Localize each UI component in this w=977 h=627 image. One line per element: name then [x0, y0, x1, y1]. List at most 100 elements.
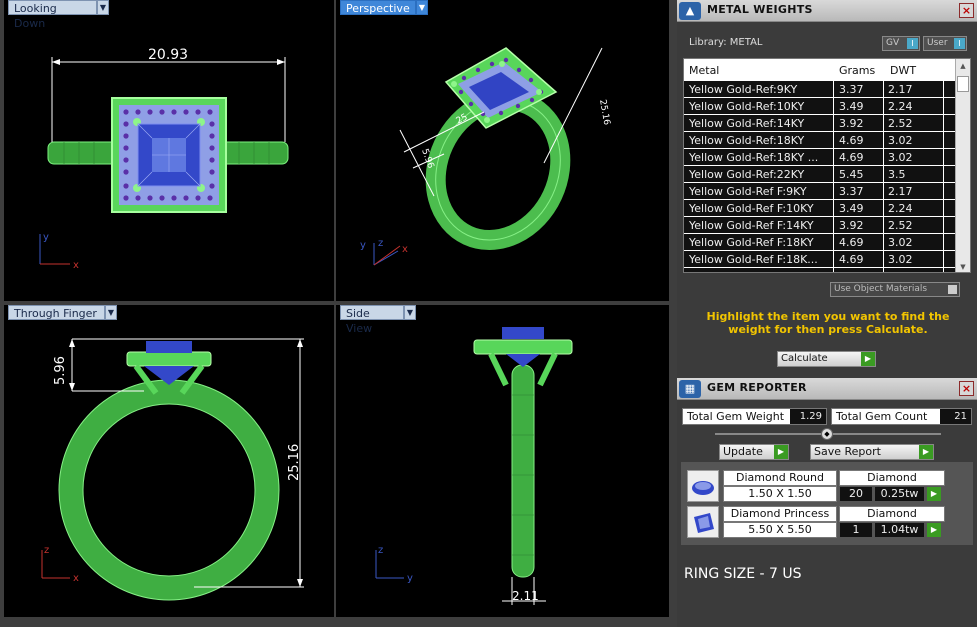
viewport-dropdown-arrow[interactable]: ▼: [404, 305, 416, 320]
update-button[interactable]: Update ▶: [719, 444, 789, 460]
table-row[interactable]: Yellow Gold-Ref:9KY 3.37 2.17: [684, 81, 956, 98]
column-divider: [943, 115, 944, 132]
column-divider: [883, 132, 884, 149]
table-row[interactable]: Yellow Gold-Ref:14KY 3.92 2.52: [684, 115, 956, 132]
metal-name-cell: Yellow Gold-Ref F:18KY: [689, 236, 814, 249]
axis-label-x: x: [73, 260, 79, 271]
table-row[interactable]: Yellow Gold-Ref F:14KY 3.92 2.52: [684, 217, 956, 234]
save-report-button[interactable]: Save Report ▶: [810, 444, 934, 460]
gem-slider-knob[interactable]: ◆: [821, 428, 833, 440]
column-header-grams[interactable]: Grams: [839, 64, 875, 77]
axis-label-x: x: [73, 573, 79, 584]
viewport-perspective[interactable]: 25.16 5.96 25 y z x Perspective ▼: [336, 0, 669, 301]
viewport-dropdown-arrow[interactable]: ▼: [416, 0, 428, 15]
table-header: Metal Grams DWT: [684, 59, 956, 81]
gem-reporter-icon: ▦: [679, 380, 701, 398]
table-row[interactable]: Yellow Gold-Ref F:18KY 4.69 3.02: [684, 234, 956, 251]
dwt-cell: 2.24: [888, 100, 913, 113]
go-arrow-icon: ▶: [861, 352, 875, 366]
metal-name-cell: Yellow Gold-Ref:18KY: [689, 134, 805, 147]
column-divider: [943, 98, 944, 115]
viewport-label-side-view[interactable]: Side View: [340, 305, 404, 335]
column-divider: [883, 81, 884, 98]
dimension-total: 25.16: [287, 444, 302, 481]
gem-go-icon[interactable]: ▶: [927, 523, 941, 537]
grams-cell: 4.69: [839, 236, 864, 249]
gem-go-icon[interactable]: ▶: [927, 487, 941, 501]
dwt-cell: 2.52: [888, 117, 913, 130]
gem-count: 1: [839, 522, 873, 538]
gv-toggle-value: I: [907, 38, 918, 49]
scroll-up-icon[interactable]: ▲: [956, 59, 970, 73]
gv-toggle[interactable]: GV I: [882, 36, 920, 51]
grams-cell: 3.49: [839, 100, 864, 113]
scroll-thumb[interactable]: [957, 76, 969, 92]
user-toggle[interactable]: User I: [923, 36, 967, 51]
column-divider: [883, 234, 884, 251]
column-divider: [833, 217, 834, 234]
library-label: Library: METAL: [689, 37, 763, 48]
viewport-dropdown-arrow[interactable]: ▼: [105, 305, 117, 320]
table-row[interactable]: Yellow Gold-Ref:10KY 3.49 2.24: [684, 98, 956, 115]
viewport-dropdown-arrow[interactable]: ▼: [97, 0, 109, 15]
column-divider: [943, 251, 944, 268]
table-row[interactable]: Yellow Gold-Ref F:18K... 4.69 3.02: [684, 251, 956, 268]
viewport-through-finger[interactable]: 5.96 25.16 z x Through Finger ▼: [4, 305, 334, 617]
table-row[interactable]: Yellow Gold-Ref:18KY 4.69 3.02: [684, 132, 956, 149]
save-report-label: Save Report: [814, 445, 881, 458]
dwt-cell: 3.5: [888, 168, 906, 181]
column-divider: [833, 166, 834, 183]
checkbox-box[interactable]: [948, 285, 957, 294]
column-divider: [943, 149, 944, 166]
close-icon[interactable]: ×: [959, 3, 974, 18]
gem-weight: 1.04tw: [874, 522, 925, 538]
dwt-cell: 3.02: [888, 253, 913, 266]
use-object-materials-checkbox[interactable]: Use Object Materials: [830, 282, 960, 297]
grams-cell: 5.45: [839, 168, 864, 181]
use-object-materials-label: Use Object Materials: [834, 284, 928, 294]
metal-name-cell: Yellow Gold-Ref F:14KY: [689, 219, 814, 232]
grams-cell: 3.49: [839, 202, 864, 215]
user-toggle-value: I: [954, 38, 965, 49]
column-divider: [943, 81, 944, 98]
metal-name-cell: Yellow Gold-Ref:9KY: [689, 83, 798, 96]
dwt-cell: 3.02: [888, 236, 913, 249]
gv-toggle-label: GV: [886, 38, 900, 48]
gem-list: Diamond Round Diamond 1.50 X 1.50 20 0.2…: [681, 462, 973, 545]
table-row[interactable]: Yellow Gold-Ref F:10KY 3.49 2.24: [684, 200, 956, 217]
viewport-label-perspective[interactable]: Perspective: [340, 0, 416, 15]
gem-material: Diamond: [839, 470, 945, 486]
column-divider: [883, 166, 884, 183]
dwt-cell: 3.5: [888, 270, 906, 272]
dimension-width: 20.93: [148, 47, 188, 63]
metal-name-cell: Yellow Gold-Ref:10KY: [689, 100, 805, 113]
ring-top-view: 20.93 y x: [39, 47, 289, 271]
princess-gem-icon[interactable]: [687, 506, 719, 538]
round-gem-icon[interactable]: [687, 470, 719, 502]
close-icon[interactable]: ×: [959, 381, 974, 396]
column-header-dwt[interactable]: DWT: [890, 64, 916, 77]
gem-reporter-titlebar: ▦ GEM REPORTER ×: [677, 378, 977, 400]
column-divider: [943, 200, 944, 217]
metal-name-cell: Yellow Gold-Ref F:9KY: [689, 185, 807, 198]
table-body: Yellow Gold-Ref:9KY 3.37 2.17 Yellow Gold-R…: [684, 81, 956, 272]
table-row[interactable]: Yellow Gold-Ref F:9KY 3.37 2.17: [684, 183, 956, 200]
scroll-down-icon[interactable]: ▼: [956, 260, 970, 272]
gem-size: 1.50 X 1.50: [723, 486, 837, 502]
viewport-label-through-finger[interactable]: Through Finger: [8, 305, 105, 320]
table-row[interactable]: Yellow Gold-Ref:18KY ... 4.69 3.02: [684, 149, 956, 166]
column-header-metal[interactable]: Metal: [689, 64, 719, 77]
table-row[interactable]: Yellow Gold-Ref:22KY 5.45 3.5: [684, 166, 956, 183]
calculate-label: Calculate: [781, 353, 828, 364]
metal-table[interactable]: Metal Grams DWT Yellow Gold-Ref:9KY 3.37 2…: [683, 58, 971, 273]
column-divider: [883, 183, 884, 200]
table-scrollbar[interactable]: ▲ ▼: [955, 59, 970, 272]
viewport-label-looking-down[interactable]: Looking Down: [8, 0, 97, 30]
table-row[interactable]: Yellow Gold-Ref F:22KY 5.45 3.5: [684, 268, 956, 272]
metal-name-cell: Yellow Gold-Ref F:22KY: [689, 270, 834, 272]
gem-count: 20: [839, 486, 873, 502]
viewport-side-view[interactable]: 2.11 z y Side View ▼: [336, 305, 669, 617]
calculate-button[interactable]: Calculate ▶: [777, 351, 876, 367]
dwt-cell: 3.02: [888, 151, 913, 164]
viewport-looking-down[interactable]: 20.93 y x Looking Down ▼: [4, 0, 334, 301]
